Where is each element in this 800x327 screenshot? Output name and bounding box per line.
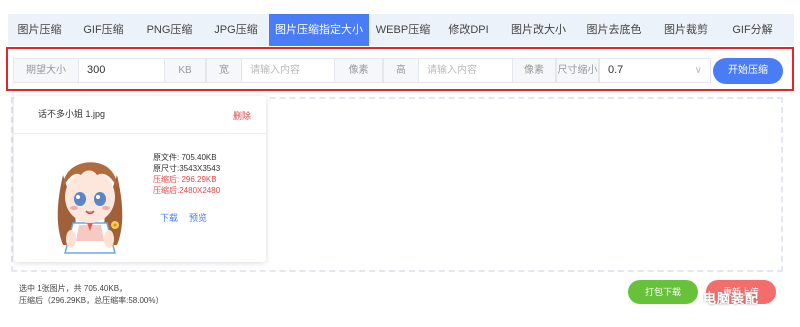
scale-label: 尺寸缩小 (556, 58, 599, 83)
preview-link[interactable]: 预览 (189, 211, 207, 224)
width-input[interactable]: 请输入内容 (241, 58, 335, 83)
file-name: 话不多小姐 1.jpg (38, 109, 106, 119)
watermark: 电脑装配 (703, 291, 760, 306)
compressed-dimensions: 压缩后:2480X2480 (153, 186, 221, 195)
height-label: 高 (383, 58, 419, 83)
height-input[interactable]: 请输入内容 (418, 58, 513, 83)
cartoon-girl-thumbnail (57, 162, 123, 254)
download-link[interactable]: 下载 (160, 211, 178, 224)
compress-options: 期望大小 300 KB 宽 请输入内容 像素 高 请输入内容 像素 尺寸缩小 0… (6, 47, 794, 91)
scale-select[interactable]: 0.7 ∨ (599, 58, 711, 83)
chevron-down-icon: ∨ (694, 65, 702, 76)
expected-size-label: 期望大小 (13, 58, 79, 83)
tool-tabs: 图片压缩 GIF压缩 PNG压缩 JPG压缩 图片压缩指定大小 WEBP压缩 修… (8, 14, 794, 46)
delete-link[interactable]: 删除 (233, 109, 251, 122)
tab-remove-background[interactable]: 图片去底色 (577, 14, 651, 46)
start-compress-button[interactable]: 开始压缩 (713, 58, 783, 84)
summary-line-2: 压缩后（296.29KB，总压缩率:58.00%） (19, 296, 164, 305)
file-info: 原文件: 705.40KB 原尺寸:3543X3543 压缩后: 296.29K… (153, 152, 220, 196)
tab-jpg-compress[interactable]: JPG压缩 (203, 14, 269, 46)
original-file-size: 原文件: 705.40KB (153, 153, 217, 162)
width-pixel-unit: 像素 (334, 58, 383, 83)
tab-resize-image[interactable]: 图片改大小 (500, 14, 577, 46)
tab-image-compress[interactable]: 图片压缩 (8, 14, 71, 46)
tab-png-compress[interactable]: PNG压缩 (136, 14, 203, 46)
scale-select-value: 0.7 (608, 64, 624, 76)
tab-gif-compress[interactable]: GIF压缩 (71, 14, 136, 46)
original-dimensions: 原尺寸:3543X3543 (153, 164, 221, 173)
file-card: 话不多小姐 1.jpg 删除 原文件: 705.40KB 原尺寸:3543X35… (14, 96, 266, 262)
tab-compress-to-size[interactable]: 图片压缩指定大小 (269, 14, 369, 46)
tab-modify-dpi[interactable]: 修改DPI (437, 14, 500, 46)
summary-line-1: 选中 1张图片，共 705.40KB， (19, 284, 128, 293)
file-card-header: 话不多小姐 1.jpg 删除 (14, 96, 266, 134)
kb-unit: KB (164, 58, 206, 83)
tab-webp-compress[interactable]: WEBP压缩 (369, 14, 437, 46)
compressed-file-size: 压缩后: 296.29KB (153, 175, 217, 184)
pack-download-button[interactable]: 打包下载 (628, 280, 698, 304)
expected-size-input[interactable]: 300 (78, 58, 165, 83)
width-label: 宽 (206, 58, 242, 83)
compression-summary: 选中 1张图片，共 705.40KB， 压缩后（296.29KB，总压缩率:58… (19, 283, 164, 307)
tab-crop-image[interactable]: 图片裁剪 (651, 14, 721, 46)
tab-gif-split[interactable]: GIF分解 (721, 14, 784, 46)
height-pixel-unit: 像素 (512, 58, 556, 83)
